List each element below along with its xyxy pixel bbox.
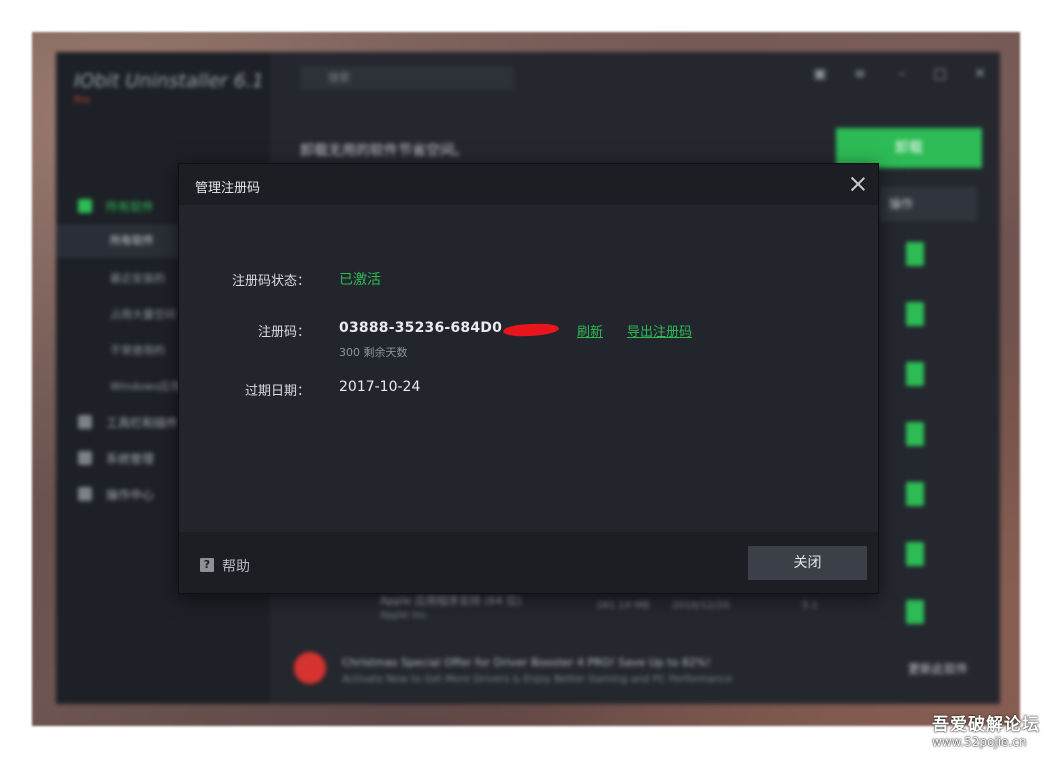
status-value: 已激活 [339, 272, 381, 288]
close-icon[interactable] [848, 174, 868, 194]
maximize-icon[interactable]: □ [932, 66, 948, 82]
trash-icon[interactable] [906, 422, 924, 446]
code-label: 注册码： [257, 325, 310, 340]
column-header-action: 操作 [879, 187, 977, 221]
status-label: 注册码状态： [231, 274, 310, 289]
watermark-url: www.52pojie.cn [932, 735, 1027, 749]
close-icon[interactable]: ✕ [972, 66, 988, 82]
row-publisher: Apple Inc. [380, 610, 430, 621]
search-input[interactable]: 搜索 [300, 66, 514, 90]
sidebar-subitem[interactable]: Windows应用 [110, 378, 181, 394]
puzzle-icon [78, 415, 92, 429]
trash-icon[interactable] [906, 362, 924, 386]
help-icon[interactable]: ? [200, 558, 214, 572]
trash-icon[interactable] [906, 542, 924, 566]
windows-icon [78, 451, 92, 465]
trash-icon[interactable] [906, 242, 924, 266]
dialog-title: 管理注册码 [195, 181, 261, 196]
sidebar-item-toolbars[interactable]: 工具栏和插件 [78, 414, 178, 431]
sidebar-subitem[interactable]: 不常使用的 [110, 342, 165, 358]
minimize-icon[interactable]: – [894, 66, 910, 82]
row-version: 5.1 [802, 600, 818, 611]
trash-icon[interactable] [906, 302, 924, 326]
uninstall-button[interactable]: 卸载 [836, 128, 982, 168]
help-link[interactable]: 帮助 [222, 556, 250, 576]
row-size: 161.14 MB [596, 600, 650, 611]
refresh-link[interactable]: 刷新 [577, 321, 603, 340]
manage-license-dialog: 管理注册码 注册码状态： 已激活 注册码： 03888-35236-684D0 … [178, 163, 879, 594]
promo-subtitle: Activate Now to Get More Drivers & Enjoy… [342, 674, 733, 685]
app-headline: 卸载无用的软件节省空间。 [300, 143, 468, 159]
app-edition-badge: Pro [74, 95, 90, 106]
sidebar-subitem[interactable]: 最近安装的 [110, 270, 165, 286]
sidebar-item-all-software[interactable]: 所有软件 [78, 198, 154, 215]
flag-icon [78, 487, 92, 501]
export-code-link[interactable]: 导出注册码 [627, 321, 692, 340]
menu-icon[interactable]: ≡ [852, 66, 868, 82]
dialog-titlebar: 管理注册码 [179, 164, 878, 205]
grid-icon [78, 199, 92, 213]
row-date: 2016/12/20 [672, 600, 730, 611]
app-title: IObit Uninstaller 6.1 [74, 70, 264, 92]
gift-icon[interactable]: ▣ [812, 66, 828, 82]
promo-link[interactable]: 更新此软件 [908, 660, 968, 677]
dialog-footer: ? 帮助 关闭 [179, 532, 878, 593]
days-remaining: 300 剩余天数 [339, 346, 408, 359]
sidebar-subitem[interactable]: 占用大量空间 [110, 306, 176, 322]
trash-icon[interactable] [906, 600, 924, 624]
trash-icon[interactable] [906, 482, 924, 506]
sidebar-item-system[interactable]: 系统管理 [78, 450, 154, 467]
row-name: Apple 应用程序支持 (64 位) [380, 594, 522, 607]
sidebar-item-action-center[interactable]: 操作中心 [78, 486, 154, 503]
license-code: 03888-35236-684D0 [339, 320, 503, 336]
redaction-mark [502, 323, 560, 337]
expiry-label: 过期日期： [244, 384, 310, 399]
promo-title: Christmas Special Offer for Driver Boost… [342, 656, 711, 669]
promo-icon [294, 652, 326, 684]
expiry-date: 2017-10-24 [339, 379, 421, 395]
watermark-name: 吾爱破解论坛 [932, 715, 1040, 735]
close-button[interactable]: 关闭 [748, 546, 867, 580]
